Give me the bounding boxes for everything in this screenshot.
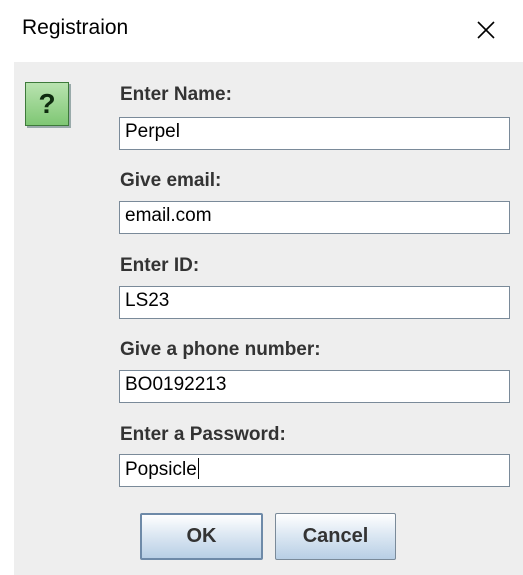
ok-button[interactable]: OK [140, 513, 263, 560]
phone-field[interactable]: BO0192213 [119, 370, 510, 403]
phone-field-value: BO0192213 [125, 374, 227, 395]
id-field[interactable]: LS23 [119, 286, 510, 319]
window-titlebar: Registraion [0, 0, 523, 62]
email-field-value: email.com [125, 205, 212, 226]
email-field[interactable]: email.com [119, 201, 510, 234]
password-field[interactable]: Popsicle [119, 454, 510, 487]
name-label: Enter Name: [120, 84, 232, 105]
phone-label: Give a phone number: [120, 339, 321, 360]
text-caret [197, 458, 199, 479]
id-field-value: LS23 [125, 290, 170, 311]
name-field[interactable]: Perpel [119, 117, 510, 150]
window-title: Registraion [22, 16, 129, 39]
name-field-value: Perpel [125, 121, 180, 142]
password-label: Enter a Password: [120, 424, 286, 445]
cancel-button[interactable]: Cancel [275, 513, 396, 560]
password-field-value: Popsicle [125, 459, 197, 480]
email-label: Give email: [120, 170, 222, 191]
close-x-icon [477, 21, 495, 39]
close-button[interactable] [466, 10, 506, 50]
question-glyph: ? [38, 88, 56, 119]
id-label: Enter ID: [120, 255, 200, 276]
question-icon: ? [25, 82, 69, 126]
